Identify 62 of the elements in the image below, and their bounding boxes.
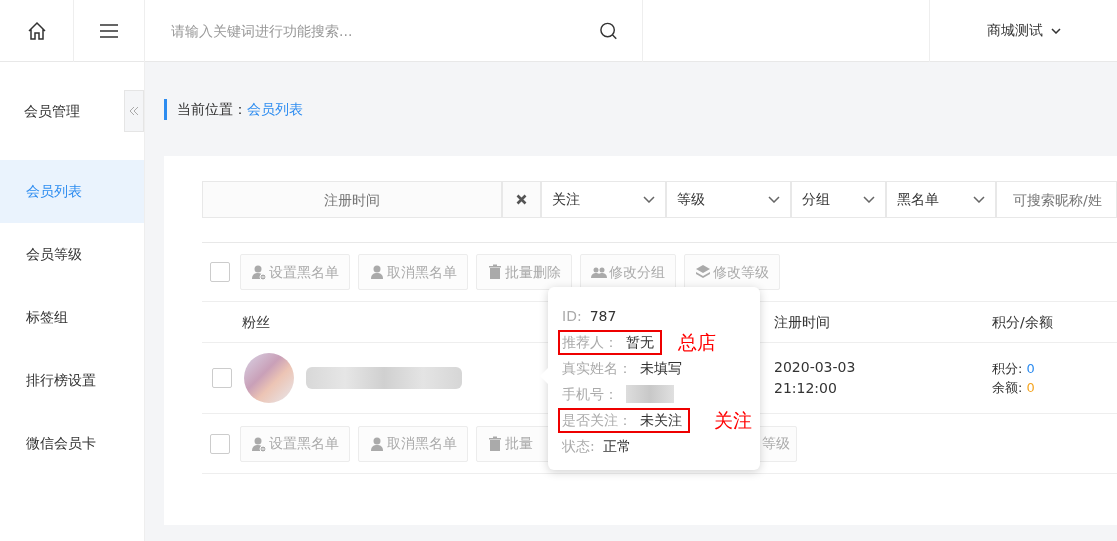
chevron-down-icon <box>643 196 655 203</box>
breadcrumb-link[interactable]: 会员列表 <box>247 100 303 117</box>
avatar <box>244 353 294 403</box>
sidebar-item[interactable]: 排行榜设置 <box>0 349 144 412</box>
toolbar-button[interactable]: 修改等级 <box>684 254 780 290</box>
toolbar-button[interactable]: 设置黑名单 <box>240 254 350 290</box>
date-text: 2020-03-03 <box>774 358 857 377</box>
column-header: 粉丝 <box>242 313 270 330</box>
select-all-checkbox[interactable] <box>210 262 230 282</box>
chevron-down-icon <box>768 196 780 203</box>
filter-select[interactable]: 黑名单 <box>886 181 996 218</box>
filter-select[interactable]: 等级 <box>666 181 791 218</box>
sidebar-item[interactable]: 会员等级 <box>0 223 144 286</box>
field-label: 真实姓名： <box>562 358 632 378</box>
toolbar-button[interactable]: 设置黑名单 <box>240 425 350 462</box>
chevron-down-icon[interactable] <box>1050 27 1061 34</box>
chevrons-left-icon <box>129 106 139 116</box>
filter-select[interactable]: 分组 <box>791 181 886 218</box>
home-icon[interactable] <box>26 21 47 41</box>
field-value: 暂无 <box>626 332 654 352</box>
row-checkbox[interactable] <box>212 368 232 388</box>
column-header: 积分/余额 <box>992 313 1053 330</box>
field-label: 推荐人： <box>562 332 618 352</box>
column-header: 注册时间 <box>774 313 830 330</box>
layers-icon <box>695 264 711 280</box>
field-label: 手机号： <box>562 384 618 404</box>
sidebar-item[interactable]: 会员列表 <box>0 160 144 223</box>
time-text: 21:12:00 <box>774 379 838 398</box>
sidebar-item[interactable]: 微信会员卡 <box>0 412 144 475</box>
search-icon[interactable] <box>598 21 618 41</box>
toolbar-button[interactable]: 取消黑名单 <box>358 425 468 462</box>
filter-select[interactable]: 关注 <box>541 181 666 218</box>
chevron-down-icon <box>863 196 875 203</box>
store-switcher[interactable]: 商城测试 <box>986 20 1043 41</box>
toolbar-button[interactable]: 批量删除 <box>476 254 572 290</box>
close-icon <box>516 194 527 205</box>
field-value: 787 <box>589 306 617 326</box>
user-minus-icon <box>251 264 267 280</box>
annotation-text: 关注 <box>714 407 752 433</box>
field-value: 未关注 <box>640 410 682 430</box>
user-icon <box>369 264 385 280</box>
field-value: 正常 <box>602 436 631 456</box>
clear-button[interactable] <box>502 181 541 218</box>
user-minus-icon <box>251 435 267 452</box>
user-icon <box>369 435 385 452</box>
search-field[interactable]: 可搜索昵称/姓 <box>996 181 1117 218</box>
field-label: ID: <box>562 306 582 326</box>
select-all-checkbox[interactable] <box>210 433 230 454</box>
trash-icon <box>487 435 503 452</box>
balance-text: 余额: 0 <box>992 379 1035 397</box>
date-field[interactable]: 注册时间 <box>202 181 502 218</box>
trash-icon <box>487 264 503 280</box>
points-text: 积分: 0 <box>992 359 1035 378</box>
annotation-text: 总店 <box>678 329 716 355</box>
sidebar-item[interactable]: 标签组 <box>0 286 144 349</box>
sidebar-title: 会员管理 <box>24 101 80 121</box>
chevron-down-icon <box>973 196 985 203</box>
menu-icon[interactable] <box>99 23 119 39</box>
toolbar-button[interactable]: 取消黑名单 <box>358 254 468 290</box>
field-value: 未填写 <box>640 358 682 378</box>
toolbar-button[interactable]: 修改分组 <box>580 254 676 290</box>
breadcrumb: 当前位置：会员列表 <box>164 98 303 120</box>
